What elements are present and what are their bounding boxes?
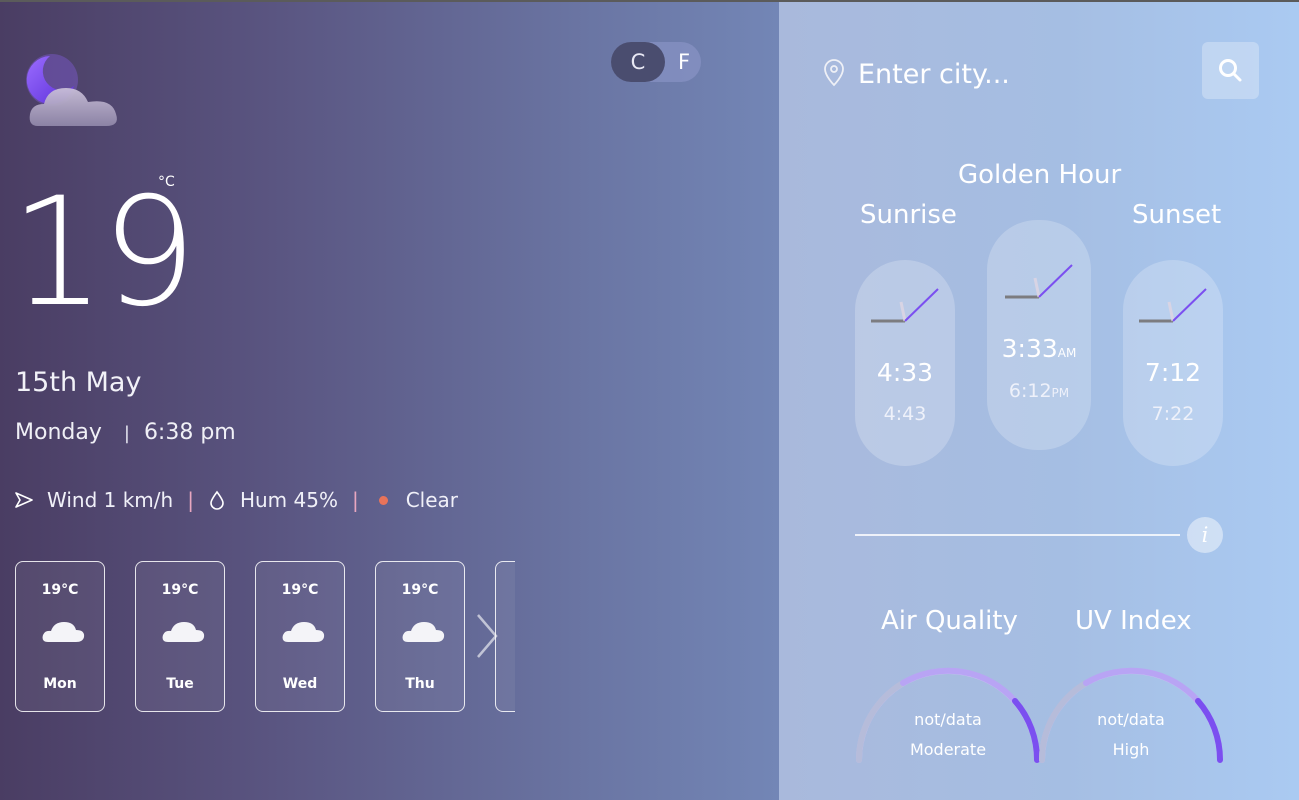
golden-hour-morning-value: 3:33 [1001, 334, 1058, 363]
forecast-temp: 19°C [281, 582, 319, 598]
current-temperature: 19 [10, 166, 197, 340]
golden-hour-morning-time: 3:33AM [987, 334, 1091, 363]
air-quality-value: not/data [914, 710, 982, 729]
air-quality-title: Air Quality [881, 606, 1018, 636]
current-day: Monday [15, 420, 102, 445]
uv-index-gauge: not/data High [1038, 666, 1224, 766]
forecast-card[interactable]: 19°C Thu [375, 561, 465, 712]
meta-divider: | [187, 488, 194, 512]
chevron-right-icon[interactable] [472, 611, 502, 661]
humidity-drop-icon [210, 490, 224, 510]
golden-hour-evening-value: 6:12 [1008, 380, 1052, 402]
forecast-day: Wed [282, 676, 318, 692]
pm-suffix: PM [1051, 386, 1070, 400]
sunset-time: 7:12 [1144, 358, 1202, 387]
sunrise-card: 4:33 4:43 [855, 260, 955, 466]
sunset-title: Sunset [1132, 200, 1222, 230]
air-quality-level: Moderate [909, 740, 987, 759]
wind-direction-icon [15, 492, 33, 508]
forecast-day: Mon [43, 676, 77, 692]
search-button[interactable] [1202, 42, 1259, 99]
search-icon [1219, 59, 1242, 82]
weather-condition: Clear [405, 488, 459, 512]
sunset-golden-time: 7:22 [1151, 403, 1195, 425]
unit-toggle[interactable]: C F [611, 42, 701, 82]
current-time: 6:38 pm [143, 420, 236, 445]
horizon-ray-icon [1005, 264, 1073, 299]
celsius-option[interactable]: C [611, 42, 665, 82]
uv-index-value: not/data [1097, 710, 1165, 729]
conditions-row: Wind 1 km/h | Hum 45% | Clear [15, 488, 458, 512]
forecast-temp: 19°C [41, 582, 79, 598]
air-quality-gauge: not/data Moderate [855, 666, 1041, 766]
horizon-ray-icon [871, 288, 939, 323]
city-search-input[interactable] [858, 52, 1178, 96]
golden-hour-card: 3:33AM 6:12PM [987, 220, 1091, 450]
forecast-day: Tue [166, 676, 194, 692]
uv-index-title: UV Index [1075, 606, 1192, 636]
forecast-day: Thu [405, 676, 435, 692]
forecast-card[interactable]: 19°C Wed [255, 561, 345, 712]
golden-hour-evening-time: 6:12PM [987, 380, 1091, 402]
cloud-icon [42, 622, 85, 642]
moon-cloud-icon [26, 54, 117, 126]
sunrise-golden-time: 4:43 [883, 403, 927, 425]
am-suffix: AM [1057, 346, 1077, 360]
horizon-ray-icon [1139, 288, 1207, 323]
forecast-card[interactable]: 19°C Mon [15, 561, 105, 712]
cloud-icon [402, 622, 445, 642]
wind-speed: Wind 1 km/h [47, 488, 174, 512]
fahrenheit-option[interactable]: F [667, 42, 701, 82]
location-pin-icon [824, 59, 844, 87]
day-time-row: Monday | 6:38 pm [15, 420, 236, 445]
section-divider [855, 534, 1180, 536]
cloud-icon [282, 622, 325, 642]
uv-index-level: High [1112, 740, 1150, 759]
cloud-icon [162, 622, 205, 642]
forecast-temp: 19°C [161, 582, 199, 598]
current-date: 15th May [15, 367, 142, 398]
forecast-card[interactable]: 19°C Tue [135, 561, 225, 712]
sunrise-time: 4:33 [876, 358, 934, 387]
forecast-list: 19°C Mon 19°C Tue 19°C Wed 19°C Thu [15, 561, 515, 713]
day-time-separator: | [123, 423, 130, 444]
condition-dot [378, 495, 388, 505]
sunrise-title: Sunrise [860, 200, 957, 230]
humidity: Hum 45% [239, 488, 338, 512]
sunset-card: 7:12 7:22 [1123, 260, 1223, 466]
forecast-temp: 19°C [401, 582, 439, 598]
meta-divider: | [351, 488, 359, 512]
golden-hour-title: Golden Hour [958, 160, 1122, 190]
info-button[interactable]: i [1187, 517, 1223, 553]
